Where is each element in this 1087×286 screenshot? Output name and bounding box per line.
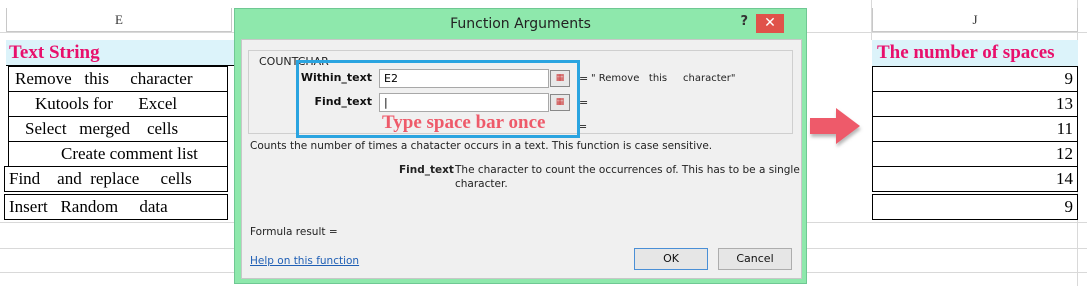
cell-text-row-2[interactable]: Kutools for Excel bbox=[8, 91, 228, 117]
close-icon[interactable]: ✕ bbox=[756, 14, 784, 33]
cell-spaces-row-3[interactable]: 11 bbox=[872, 116, 1078, 142]
cell-text-row-3[interactable]: Select merged cells bbox=[8, 116, 228, 142]
equals-sign: = bbox=[579, 96, 589, 109]
cell-text-row-5[interactable]: Find and replace cells bbox=[4, 166, 228, 192]
cell-spaces-row-6[interactable]: 9 bbox=[872, 194, 1078, 220]
dialog-body: COUNTCHAR Within_text E2 ▦ = " Remove th… bbox=[241, 39, 802, 279]
cancel-button[interactable]: Cancel bbox=[718, 248, 792, 270]
dialog-title[interactable]: Function Arguments bbox=[235, 9, 806, 39]
param-description-line1: The character to count the occurrences o… bbox=[455, 164, 800, 176]
function-arguments-dialog: Function Arguments ? ✕ COUNTCHAR Within_… bbox=[234, 8, 807, 284]
function-description: Counts the number of times a chatacter o… bbox=[250, 140, 713, 152]
param-description-line2: character. bbox=[455, 178, 508, 190]
annotation-text: Type space bar once bbox=[382, 112, 546, 133]
cell-text-row-4[interactable]: Create comment list bbox=[8, 141, 228, 167]
right-arrow-icon bbox=[810, 108, 860, 144]
cell-spaces-row-4[interactable]: 12 bbox=[872, 141, 1078, 167]
cell-spaces-row-1[interactable]: 9 bbox=[872, 66, 1078, 92]
formula-result: Formula result = bbox=[250, 226, 338, 238]
help-link[interactable]: Help on this function bbox=[250, 255, 359, 267]
column-header-j[interactable]: J bbox=[872, 8, 1078, 32]
cell-spaces-row-2[interactable]: 13 bbox=[872, 91, 1078, 117]
equals-sign: = bbox=[579, 72, 589, 85]
help-icon[interactable]: ? bbox=[740, 14, 748, 29]
within-text-result: " Remove this character" bbox=[591, 73, 736, 84]
cell-text-row-1[interactable]: Remove this character bbox=[8, 66, 228, 92]
ok-button[interactable]: OK bbox=[634, 248, 708, 270]
param-label: Find_text bbox=[399, 164, 454, 176]
cell-spaces-row-5[interactable]: 14 bbox=[872, 166, 1078, 192]
column-header-e[interactable]: E bbox=[6, 8, 232, 32]
cell-text-string-header[interactable]: Text String bbox=[6, 40, 234, 66]
cell-text-row-6[interactable]: Insert Random data bbox=[4, 194, 228, 220]
cell-spaces-header[interactable]: The number of spaces bbox=[872, 40, 1078, 66]
